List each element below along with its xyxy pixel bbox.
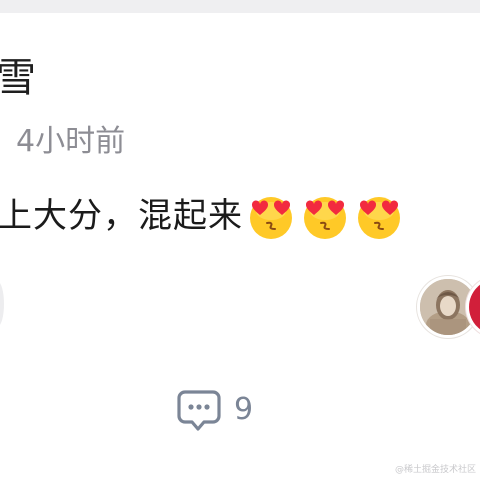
watermark-text: @稀土掘金技术社区	[394, 465, 476, 475]
heart-eyes-emoji-icon	[353, 190, 405, 242]
post-timestamp: 4小时前	[16, 124, 126, 159]
comment-button[interactable]: 9	[176, 386, 253, 434]
heart-eyes-emoji-icon	[245, 190, 297, 242]
top-divider-band	[0, 0, 480, 13]
post-content: 上大分，混起来	[0, 190, 405, 242]
comment-bubble-icon	[177, 390, 221, 431]
heart-eyes-emoji-icon	[299, 190, 351, 242]
post-text: 上大分，混起来	[0, 196, 243, 236]
partial-avatar-left[interactable]	[0, 282, 4, 326]
post-detail-screen: 雪 4小时前 上大分，混起来 9 @稀土掘金技术社区	[0, 0, 480, 480]
author-name[interactable]: 雪	[0, 50, 36, 106]
comment-count: 9	[234, 392, 254, 427]
